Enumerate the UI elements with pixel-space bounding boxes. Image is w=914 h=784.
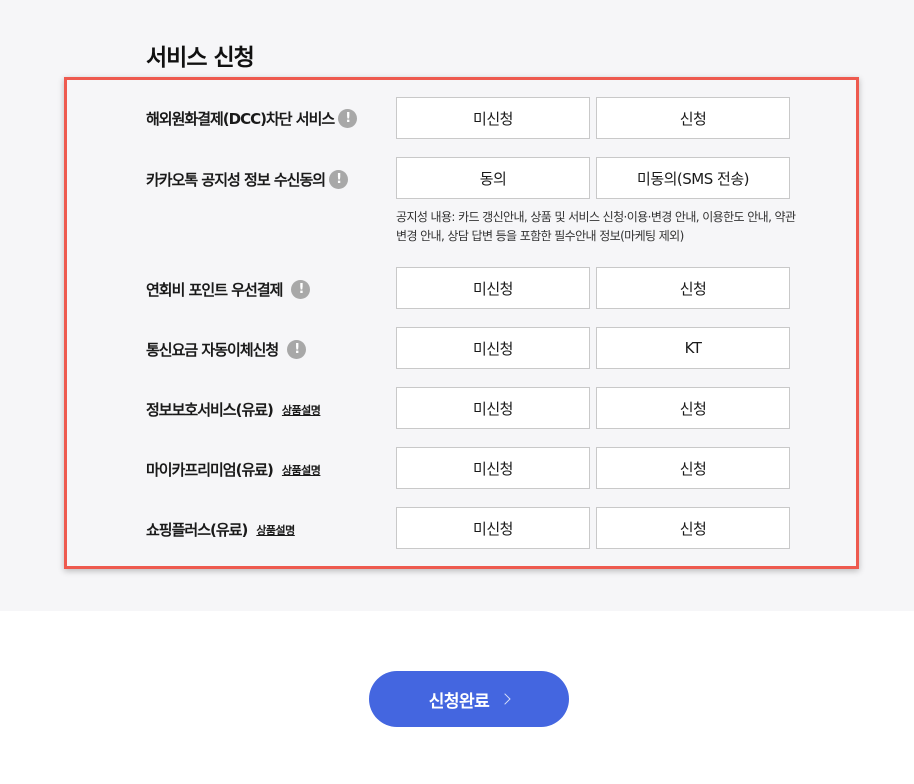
option-apply-button[interactable]: 신청 — [596, 507, 790, 549]
option-not-apply-button[interactable]: 미신청 — [396, 267, 590, 309]
service-label: 마이카프리미엄(유료) — [146, 461, 274, 479]
option-apply-button[interactable]: 신청 — [596, 387, 790, 429]
service-label: 카카오톡 공지성 정보 수신동의 — [146, 171, 326, 189]
info-icon[interactable]: ! — [338, 109, 358, 128]
option-apply-button[interactable]: 신청 — [596, 447, 790, 489]
service-label: 연회비 포인트 우선결제 — [146, 281, 283, 299]
option-not-apply-button[interactable]: 미신청 — [396, 507, 590, 549]
service-label: 통신요금 자동이체신청 — [146, 341, 279, 359]
kakao-notice-text: 공지성 내용: 카드 갱신안내, 상품 및 서비스 신청·이용·변경 안내, 이… — [396, 210, 796, 243]
service-label: 정보보호서비스(유료) — [146, 401, 274, 419]
option-agree-button[interactable]: 동의 — [396, 157, 590, 199]
highlight-box — [64, 77, 859, 569]
option-apply-button[interactable]: 신청 — [596, 267, 790, 309]
section-title: 서비스 신청 — [146, 45, 255, 71]
submit-button[interactable]: 신청완료 — [369, 671, 569, 727]
option-kt-button[interactable]: KT — [596, 327, 790, 369]
option-not-apply-button[interactable]: 미신청 — [396, 387, 590, 429]
submit-label: 신청완료 — [428, 691, 490, 712]
service-label: 쇼핑플러스(유료) — [146, 521, 248, 539]
option-apply-button[interactable]: 신청 — [596, 97, 790, 139]
product-detail-link[interactable]: 상품설명 — [282, 462, 321, 478]
info-icon[interactable]: ! — [287, 340, 307, 359]
info-icon[interactable]: ! — [291, 280, 311, 299]
chevron-right-icon — [499, 693, 511, 705]
product-detail-link[interactable]: 상품설명 — [282, 402, 321, 418]
option-not-apply-button[interactable]: 미신청 — [396, 447, 590, 489]
service-label: 해외원화결제(DCC)차단 서비스 — [146, 110, 335, 128]
option-not-apply-button[interactable]: 미신청 — [396, 327, 590, 369]
option-not-apply-button[interactable]: 미신청 — [396, 97, 590, 139]
product-detail-link[interactable]: 상품설명 — [256, 522, 295, 538]
info-icon[interactable]: ! — [329, 170, 349, 189]
option-disagree-sms-button[interactable]: 미동의(SMS 전송) — [596, 157, 790, 199]
